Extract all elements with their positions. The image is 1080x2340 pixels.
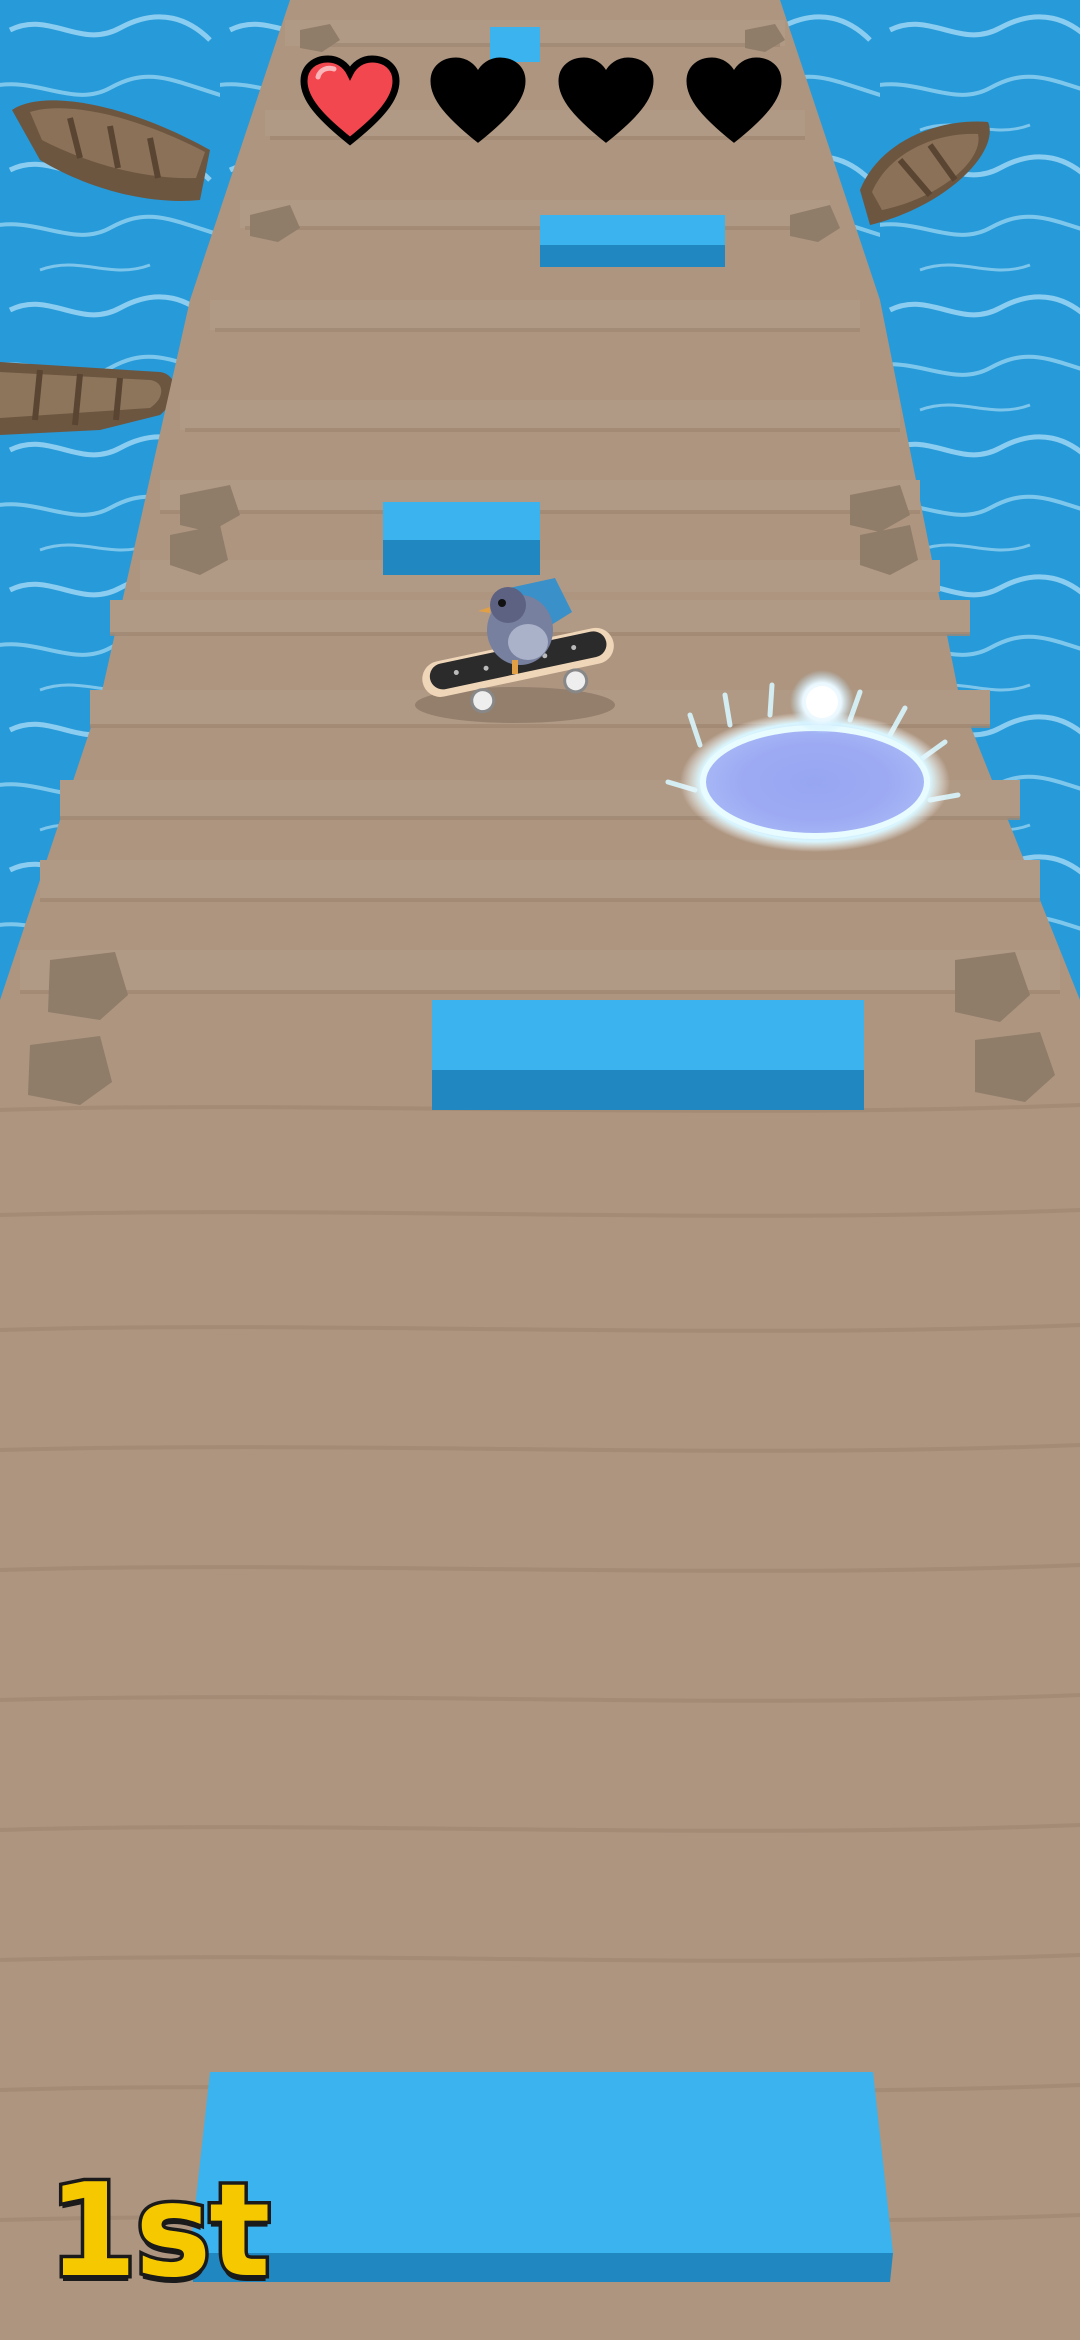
lives-indicator [300,55,790,155]
game-scene [0,0,1080,2340]
obstacle-3 [432,1000,864,1110]
heart-icon [686,57,782,143]
heart-icon [558,57,654,143]
obstacle-near [190,2072,893,2282]
heart-icon [430,57,526,143]
heart-icon [300,55,400,146]
obstacle-2 [383,502,540,575]
race-position-label: 1st [44,2157,273,2306]
obstacle-1 [540,215,725,267]
game-viewport[interactable]: 1st [0,0,1080,2340]
